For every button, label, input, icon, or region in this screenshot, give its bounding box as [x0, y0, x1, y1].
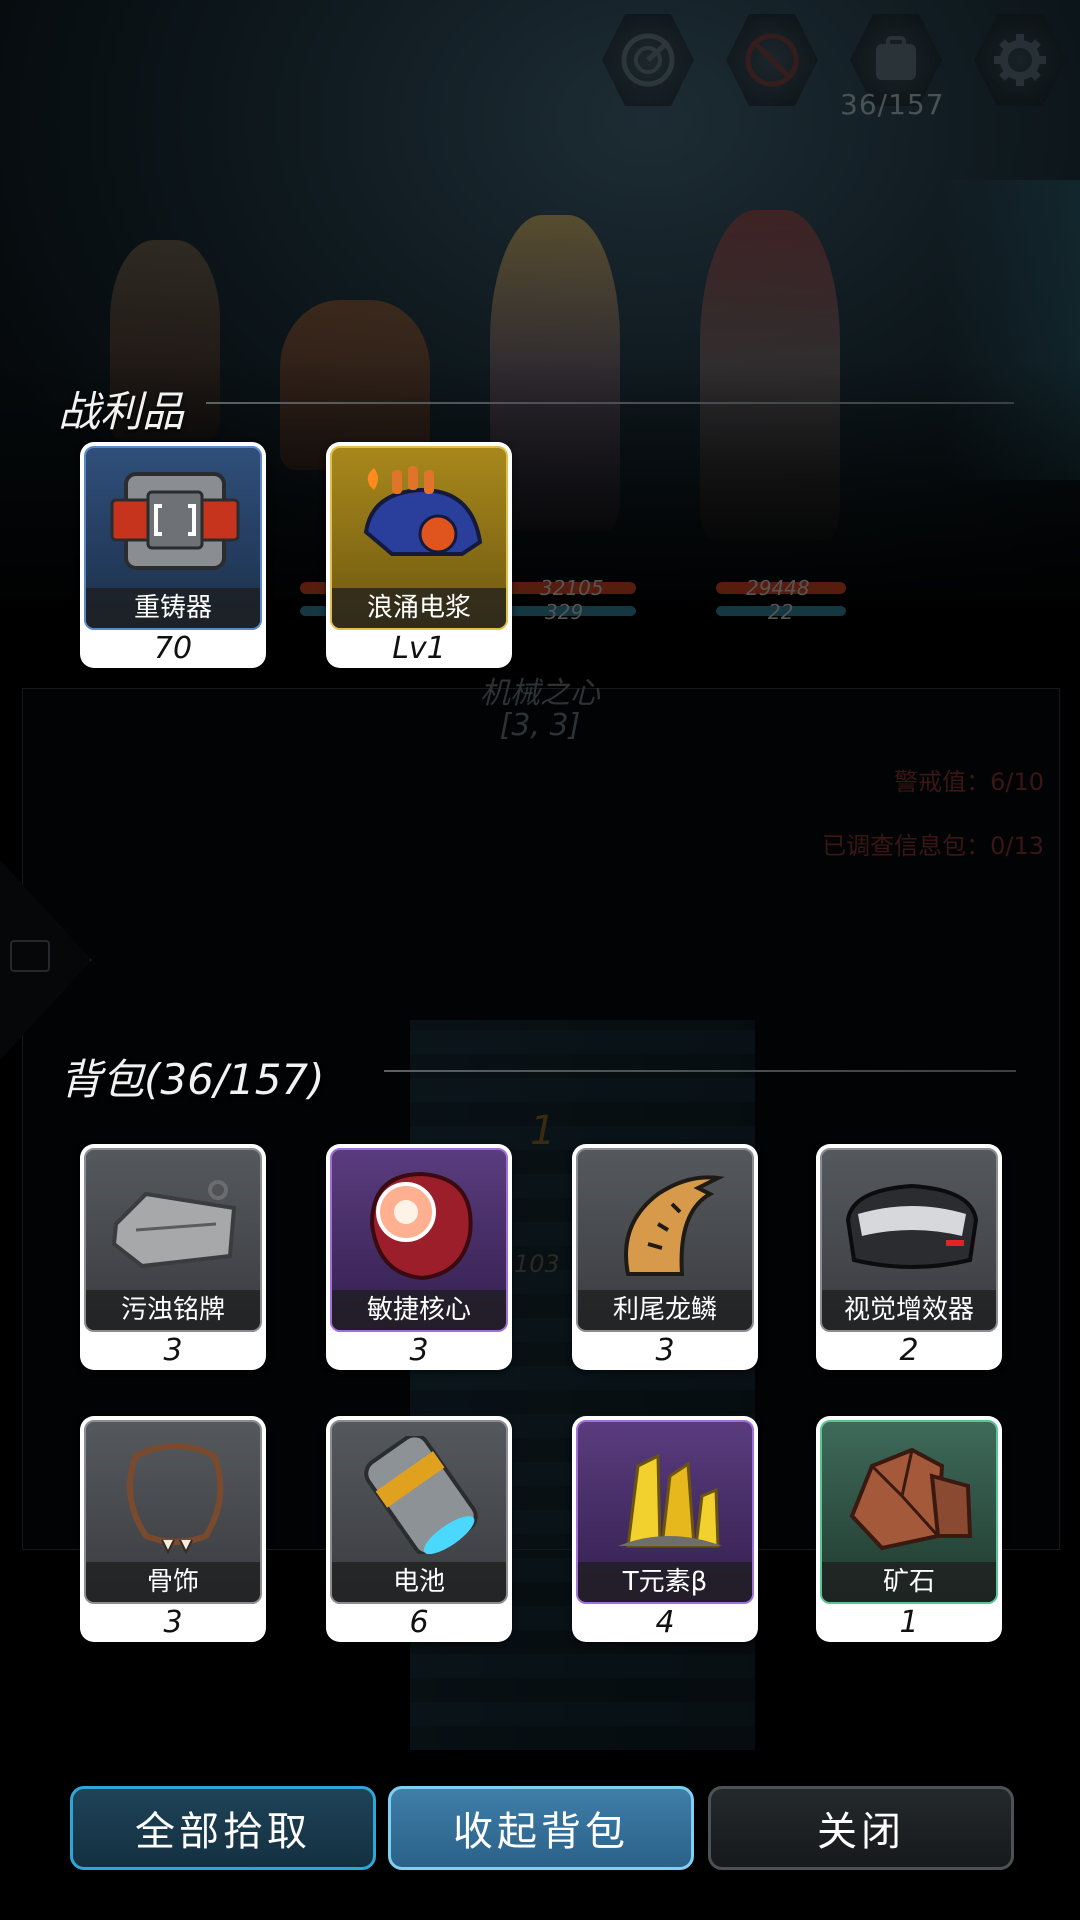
- item-count: 1: [899, 1605, 919, 1640]
- map-marker-value: 103: [514, 1250, 560, 1278]
- ore-icon: [849, 1447, 973, 1551]
- backpack-title: 背包(36/157): [60, 1055, 325, 1104]
- item-count: 6: [409, 1605, 429, 1640]
- rarity-frame: T元素β: [576, 1420, 754, 1604]
- backpack-divider: [384, 1070, 1016, 1072]
- loot-divider: [206, 402, 1014, 404]
- rarity-frame: 矿石: [820, 1420, 998, 1604]
- item-count: 3: [163, 1333, 183, 1368]
- item-name: 重铸器: [86, 588, 260, 628]
- item-count: 2: [899, 1333, 919, 1368]
- backpack-item[interactable]: 视觉增效器 2: [816, 1144, 1002, 1370]
- rarity-frame: 利尾龙鳞: [576, 1148, 754, 1332]
- map-node-name: 机械之心: [480, 676, 600, 711]
- item-name: 电池: [332, 1562, 506, 1602]
- reforger-icon: [110, 472, 240, 570]
- backpack-item[interactable]: 电池 6: [326, 1416, 512, 1642]
- mp-value: 22: [768, 600, 794, 624]
- hp-value: 29448: [746, 576, 810, 600]
- item-name: 矿石: [822, 1562, 996, 1602]
- pick-all-button[interactable]: 全部拾取: [70, 1786, 376, 1870]
- map-node-coord: [3, 3]: [499, 708, 581, 743]
- backpack-item[interactable]: 利尾龙鳞 3: [572, 1144, 758, 1370]
- backpack-item[interactable]: T元素β 4: [572, 1416, 758, 1642]
- hp-value: 32105: [540, 576, 604, 600]
- item-name: 利尾龙鳞: [578, 1290, 752, 1330]
- rarity-frame: 污浊铭牌: [84, 1148, 262, 1332]
- item-count: 3: [163, 1605, 183, 1640]
- backpack-item[interactable]: 污浊铭牌 3: [80, 1144, 266, 1370]
- backpack-item[interactable]: 敏捷核心 3: [326, 1144, 512, 1370]
- rarity-frame: 敏捷核心: [330, 1148, 508, 1332]
- item-name: 骨饰: [86, 1562, 260, 1602]
- visor-icon: [845, 1183, 979, 1269]
- cave-edge: [940, 180, 1080, 480]
- investigated-count: 已调查信息包：0/13: [822, 832, 1044, 860]
- item-name: 敏捷核心: [332, 1290, 506, 1330]
- backpack-item[interactable]: 骨饰 3: [80, 1416, 266, 1642]
- rarity-frame: 重铸器: [84, 446, 262, 630]
- item-count: 3: [655, 1333, 675, 1368]
- dragon-scale-icon: [624, 1175, 725, 1276]
- mp-value: 329: [545, 600, 584, 624]
- item-count: 4: [655, 1605, 675, 1640]
- loot-item-reforger[interactable]: 重铸器 70: [80, 442, 266, 668]
- rarity-frame: 电池: [330, 1420, 508, 1604]
- item-count: 3: [409, 1333, 429, 1368]
- backpack-count: 36/157: [840, 88, 945, 121]
- bone-necklace-icon: [126, 1443, 224, 1554]
- hero-red-armor: [700, 210, 840, 540]
- item-count: 70: [153, 631, 193, 666]
- rarity-frame: 浪涌电浆: [330, 446, 508, 630]
- backpack-item[interactable]: 矿石 1: [816, 1416, 1002, 1642]
- dog-tag-icon: [111, 1180, 237, 1269]
- map-marker-number: 1: [530, 1108, 556, 1154]
- rarity-frame: 视觉增效器: [820, 1148, 998, 1332]
- loot-item-surge-plasma[interactable]: 浪涌电浆 Lv1: [326, 442, 512, 668]
- loot-title: 战利品: [58, 387, 185, 436]
- chat-icon[interactable]: [10, 940, 50, 972]
- close-button[interactable]: 关闭: [708, 1786, 1014, 1870]
- item-count: Lv1: [392, 631, 446, 666]
- item-name: T元素β: [578, 1562, 752, 1602]
- agility-core-icon: [369, 1171, 473, 1281]
- rarity-frame: 骨饰: [84, 1420, 262, 1604]
- crystal-icon: [618, 1453, 722, 1548]
- item-name: 视觉增效器: [822, 1290, 996, 1330]
- item-name: 污浊铭牌: [86, 1290, 260, 1330]
- surge-plasma-icon: [363, 466, 483, 556]
- item-name: 浪涌电浆: [332, 588, 506, 628]
- battery-icon: [364, 1436, 478, 1554]
- alert-level: 警戒值：6/10: [894, 768, 1044, 796]
- fold-backpack-button[interactable]: 收起背包: [388, 1786, 694, 1870]
